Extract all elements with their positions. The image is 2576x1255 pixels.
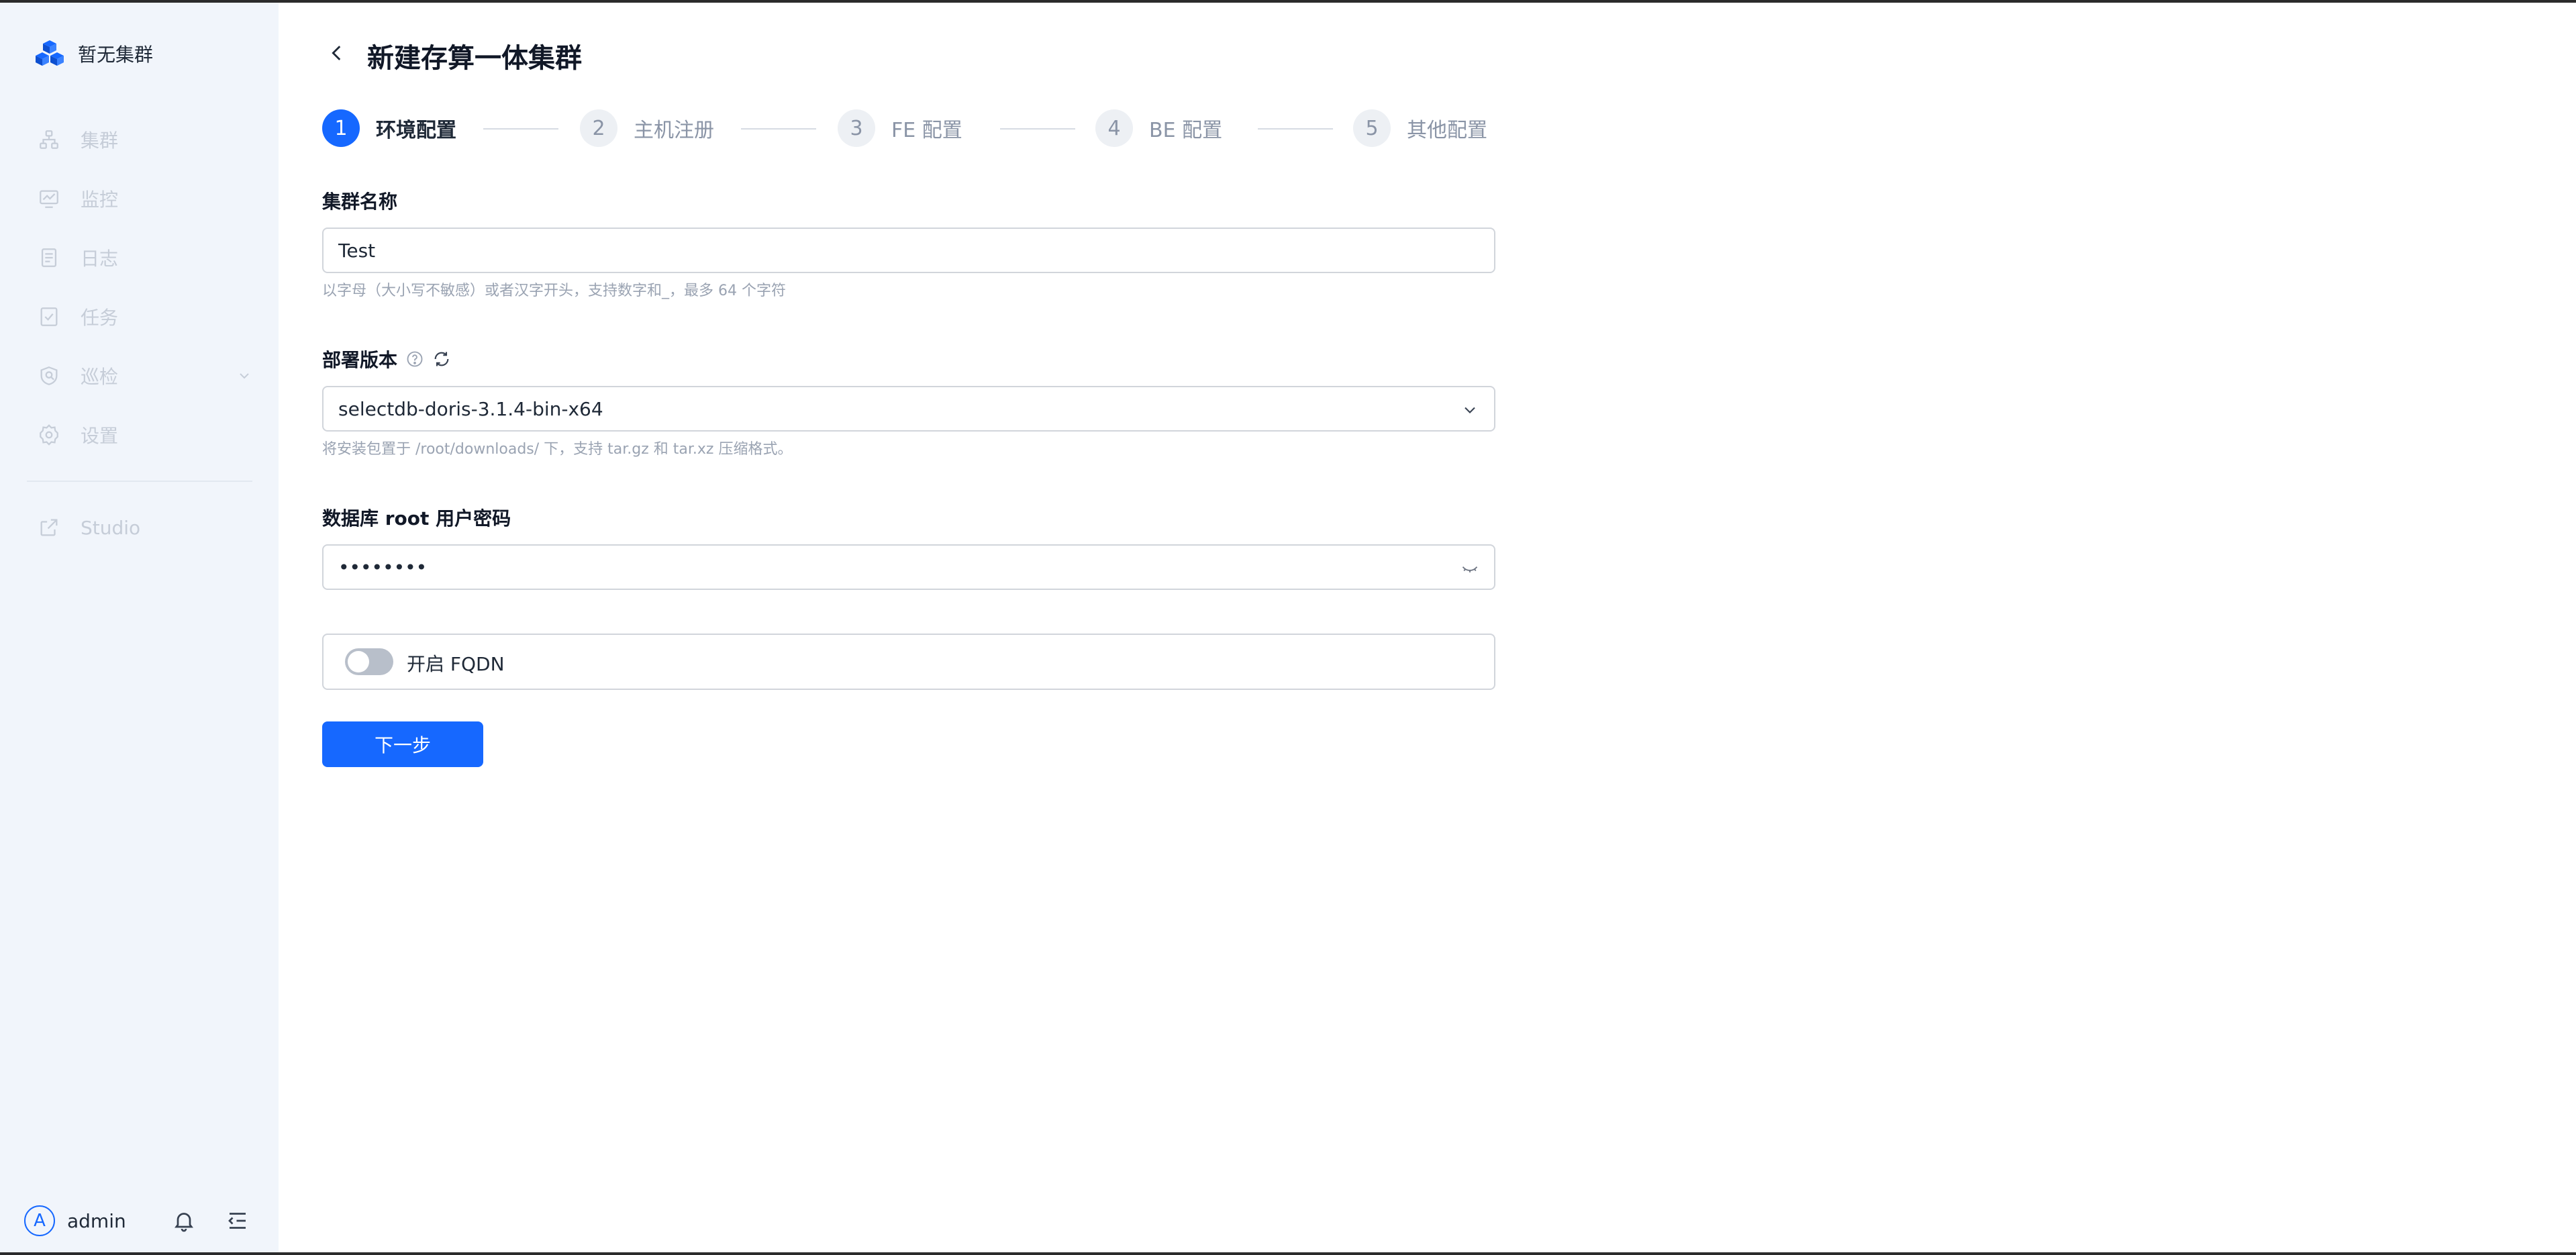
cluster-name-label-text: 集群名称 bbox=[322, 191, 398, 213]
chevron-down-icon[interactable] bbox=[236, 368, 252, 384]
window-bottom-border bbox=[0, 1252, 2576, 1255]
sidebar-item-monitor[interactable]: 监控 bbox=[38, 169, 252, 228]
gear-icon bbox=[40, 424, 58, 446]
sidebar-item-label: 设置 bbox=[81, 425, 119, 447]
version-select-value: selectdb-doris-3.1.4-bin-x64 bbox=[338, 397, 603, 420]
bell-icon[interactable] bbox=[172, 1209, 196, 1233]
username[interactable]: admin bbox=[67, 1210, 126, 1232]
eye-closed-icon[interactable] bbox=[1460, 559, 1479, 578]
step-3[interactable]: 3 FE 配置 bbox=[838, 108, 962, 148]
step-5[interactable]: 5 其他配置 bbox=[1353, 108, 1487, 148]
step-number: 2 bbox=[580, 109, 617, 147]
page-title: 新建存算一体集群 bbox=[367, 43, 582, 74]
avatar[interactable]: A bbox=[24, 1205, 55, 1236]
step-label: 其他配置 bbox=[1407, 119, 1487, 142]
sidebar: 暂无集群 集群 监控 日志 任务 巡检 设置 Studio A admin bbox=[0, 3, 279, 1252]
version-label: 部署版本 bbox=[322, 346, 451, 372]
refresh-icon[interactable] bbox=[432, 350, 451, 368]
step-label: FE 配置 bbox=[891, 119, 962, 142]
cluster-icon bbox=[40, 130, 58, 149]
toggle-knob bbox=[348, 651, 369, 672]
password-label-text: 数据库 root 用户密码 bbox=[322, 507, 511, 530]
sidebar-item-studio[interactable]: Studio bbox=[38, 498, 252, 557]
back-arrow-icon[interactable] bbox=[326, 42, 348, 64]
sidebar-item-log[interactable]: 日志 bbox=[38, 228, 252, 287]
version-select[interactable]: selectdb-doris-3.1.4-bin-x64 bbox=[322, 386, 1495, 432]
fqdn-panel: 开启 FQDN bbox=[322, 634, 1495, 690]
sidebar-item-label: 日志 bbox=[81, 248, 119, 270]
collapse-menu-icon[interactable] bbox=[226, 1209, 250, 1233]
password-value: •••••••• bbox=[338, 556, 428, 579]
step-connector bbox=[741, 128, 816, 130]
cluster-name-hint: 以字母（大小写不敏感）或者汉字开头，支持数字和_，最多 64 个字符 bbox=[322, 283, 786, 299]
step-4[interactable]: 4 BE 配置 bbox=[1095, 108, 1222, 148]
stepper: 1 环境配置 2 主机注册 3 FE 配置 4 BE 配置 5 其他配置 bbox=[322, 108, 1497, 148]
sidebar-divider bbox=[27, 481, 252, 482]
sidebar-item-cluster[interactable]: 集群 bbox=[38, 110, 252, 169]
step-1[interactable]: 1 环境配置 bbox=[322, 108, 456, 148]
step-connector bbox=[1258, 128, 1333, 130]
step-label: 主机注册 bbox=[634, 119, 714, 142]
fqdn-label: 开启 FQDN bbox=[407, 653, 505, 675]
cluster-name-value: Test bbox=[338, 239, 376, 262]
sidebar-item-settings[interactable]: 设置 bbox=[38, 405, 252, 464]
sidebar-item-label: 集群 bbox=[81, 130, 119, 152]
brand-label: 暂无集群 bbox=[78, 44, 154, 66]
step-connector bbox=[483, 128, 558, 130]
sidebar-item-label: 监控 bbox=[81, 189, 119, 211]
inspection-icon bbox=[40, 366, 58, 385]
step-number: 5 bbox=[1353, 109, 1391, 147]
sidebar-nav: 集群 监控 日志 任务 巡检 设置 Studio bbox=[27, 110, 252, 557]
version-hint: 将安装包置于 /root/downloads/ 下，支持 tar.gz 和 ta… bbox=[322, 441, 793, 458]
help-icon[interactable] bbox=[405, 350, 424, 368]
main-content: 新建存算一体集群 1 环境配置 2 主机注册 3 FE 配置 4 BE 配置 5… bbox=[279, 3, 2576, 1252]
monitor-icon bbox=[40, 190, 58, 208]
step-number: 3 bbox=[838, 109, 875, 147]
version-label-text: 部署版本 bbox=[322, 349, 398, 371]
step-label: 环境配置 bbox=[376, 119, 456, 142]
sidebar-item-label: 任务 bbox=[81, 307, 119, 329]
step-connector bbox=[1000, 128, 1075, 130]
sidebar-item-inspection[interactable]: 巡检 bbox=[38, 346, 252, 405]
log-icon bbox=[41, 248, 57, 267]
password-input[interactable]: •••••••• bbox=[322, 544, 1495, 590]
next-step-button[interactable]: 下一步 bbox=[322, 721, 483, 767]
chevron-down-icon bbox=[1465, 407, 1475, 413]
step-label: BE 配置 bbox=[1149, 119, 1223, 142]
step-number: 1 bbox=[322, 109, 360, 147]
sidebar-item-label: 巡检 bbox=[81, 366, 119, 388]
password-label: 数据库 root 用户密码 bbox=[322, 504, 511, 531]
user-bar: A admin bbox=[24, 1201, 256, 1241]
task-icon bbox=[40, 307, 58, 326]
external-link-icon bbox=[40, 519, 58, 536]
brand[interactable]: 暂无集群 bbox=[34, 36, 153, 71]
sidebar-item-label: Studio bbox=[81, 516, 141, 539]
step-2[interactable]: 2 主机注册 bbox=[580, 108, 714, 148]
sidebar-item-task[interactable]: 任务 bbox=[38, 287, 252, 346]
cluster-name-input[interactable]: Test bbox=[322, 228, 1495, 273]
cluster-name-label: 集群名称 bbox=[322, 187, 397, 214]
fqdn-toggle[interactable] bbox=[345, 648, 393, 675]
step-number: 4 bbox=[1095, 109, 1133, 147]
cluster-logo-icon bbox=[36, 40, 64, 66]
